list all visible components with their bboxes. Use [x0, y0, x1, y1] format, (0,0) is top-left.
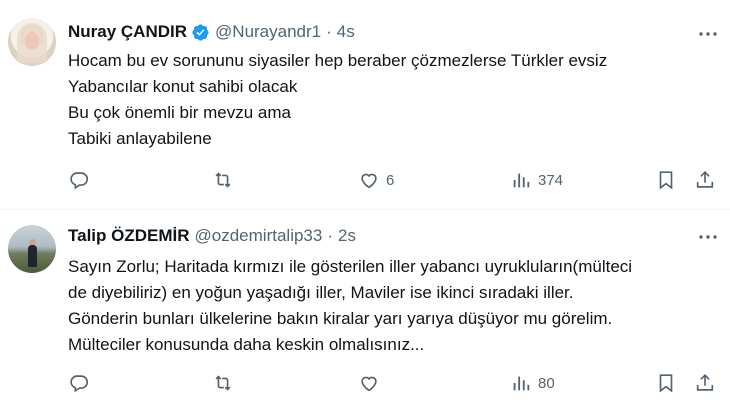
views-button[interactable]: 374 — [510, 165, 563, 195]
tweet-card[interactable]: Nuray ÇANDIR @Nurayandr1 · 4s Hocam bu e… — [0, 0, 730, 210]
display-name[interactable]: Talip ÖZDEMİR — [68, 226, 190, 246]
avatar-face — [25, 32, 39, 50]
bookmark-icon — [659, 171, 673, 190]
views-count: 80 — [538, 374, 555, 392]
share-icon — [696, 374, 714, 391]
tweet-actions: 6 374 — [68, 165, 720, 195]
share-button[interactable] — [694, 165, 716, 195]
more-icon[interactable] — [696, 225, 720, 249]
tweet-header: Talip ÖZDEMİR @ozdemirtalip33 · 2s — [68, 226, 356, 246]
bookmark-icon — [659, 374, 673, 393]
share-button[interactable] — [694, 368, 716, 398]
tweet-text: Hocam bu ev sorununu siyasiler hep berab… — [68, 48, 700, 152]
bookmark-button[interactable] — [655, 368, 677, 398]
reply-icon — [70, 375, 89, 393]
retweet-icon — [215, 375, 231, 391]
reply-button[interactable] — [68, 368, 96, 398]
like-count: 6 — [386, 171, 395, 189]
tweet-line: Bu çok önemli bir mevzu ama — [68, 103, 291, 122]
avatar-figure-body — [28, 245, 37, 267]
tweet-time[interactable]: 4s — [337, 22, 355, 42]
tweet-time[interactable]: 2s — [338, 226, 356, 246]
verified-badge-icon — [192, 23, 209, 41]
more-icon[interactable] — [696, 22, 720, 46]
tweet-line: Mülteciler konusunda daha keskin olmalıs… — [68, 335, 425, 354]
tweet-feed: Nuray ÇANDIR @Nurayandr1 · 4s Hocam bu e… — [0, 0, 730, 420]
user-handle[interactable]: @Nurayandr1 — [215, 22, 321, 42]
like-icon — [361, 376, 377, 392]
bookmark-button[interactable] — [655, 165, 677, 195]
tweet-actions: 80 — [68, 368, 720, 398]
tweet-line: Hocam bu ev sorununu siyasiler hep berab… — [68, 51, 608, 70]
retweet-icon — [215, 172, 231, 188]
retweet-button[interactable] — [212, 165, 240, 195]
display-name[interactable]: Nuray ÇANDIR — [68, 22, 187, 42]
views-count: 374 — [538, 171, 564, 189]
avatar[interactable] — [8, 18, 56, 66]
tweet-line: Sayın Zorlu; Haritada kırmızı ile göster… — [68, 257, 633, 276]
user-handle[interactable]: @ozdemirtalip33 — [195, 226, 323, 246]
tweet-line: Yabancılar konut sahibi olacak — [68, 77, 298, 96]
tweet-line: de diyebiliriz) en yoğun yaşadığı iller,… — [68, 283, 574, 302]
like-icon — [361, 173, 377, 189]
views-button[interactable]: 80 — [510, 368, 555, 398]
tweet-card[interactable]: Talip ÖZDEMİR @ozdemirtalip33 · 2s Sayın… — [0, 210, 730, 420]
tweet-text: Sayın Zorlu; Haritada kırmızı ile göster… — [68, 254, 700, 358]
separator-dot: · — [326, 22, 332, 41]
tweet-header: Nuray ÇANDIR @Nurayandr1 · 4s — [68, 22, 355, 42]
views-icon — [513, 173, 530, 188]
like-button[interactable]: 6 — [358, 165, 394, 195]
separator-dot: · — [327, 226, 334, 245]
views-icon — [513, 376, 530, 391]
share-icon — [696, 171, 714, 188]
reply-icon — [70, 172, 89, 190]
retweet-button[interactable] — [212, 368, 240, 398]
like-button[interactable] — [358, 368, 386, 398]
tweet-line: Gönderin bunları ülkelerine bakın kirala… — [68, 309, 613, 328]
avatar[interactable] — [8, 225, 56, 273]
reply-button[interactable] — [68, 165, 96, 195]
tweet-line: Tabiki anlayabilene — [68, 129, 212, 148]
